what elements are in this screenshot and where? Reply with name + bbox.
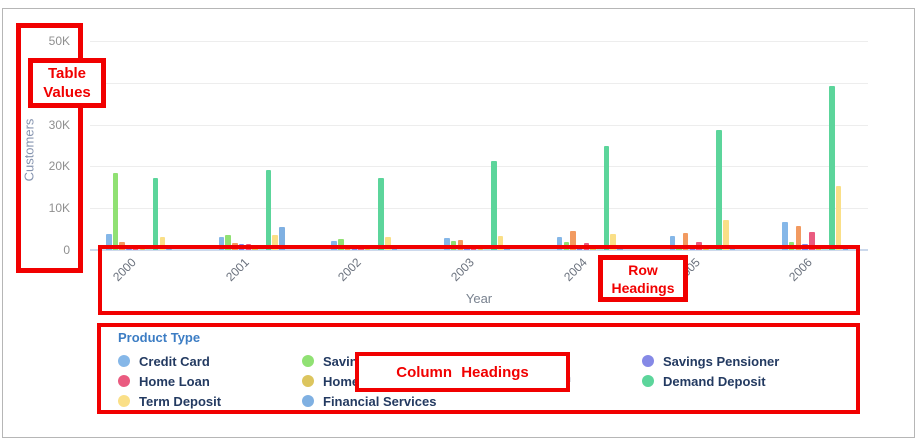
row-headings-region-outline [98,245,860,315]
bar-2004-8[interactable] [604,146,610,250]
row-headings-label-line2: Headings [611,279,674,297]
bar-2006-8[interactable] [829,86,835,250]
bar-2005-8[interactable] [716,130,722,250]
row-headings-callout: Row Headings [598,255,688,302]
chart-screenshot: Customers Year 010K20K30K40K50K200020012… [0,0,918,440]
bar-2002-8[interactable] [378,178,384,250]
row-headings-label-line1: Row [628,261,658,279]
bar-2000-2[interactable] [113,173,119,250]
gridline [90,41,868,42]
gridline [90,166,868,167]
bar-2000-8[interactable] [153,178,159,250]
table-values-callout: Table Values [28,58,106,108]
column-headings-label: Column Headings [396,364,529,381]
bar-2006-9[interactable] [836,186,842,250]
gridline [90,125,868,126]
bar-2001-8[interactable] [266,170,272,250]
gridline [90,83,868,84]
column-headings-callout: Column Headings [355,352,570,392]
gridline [90,208,868,209]
table-values-label-line1: Table [48,64,86,83]
bar-2003-8[interactable] [491,161,497,250]
table-values-label-line2: Values [43,83,91,102]
